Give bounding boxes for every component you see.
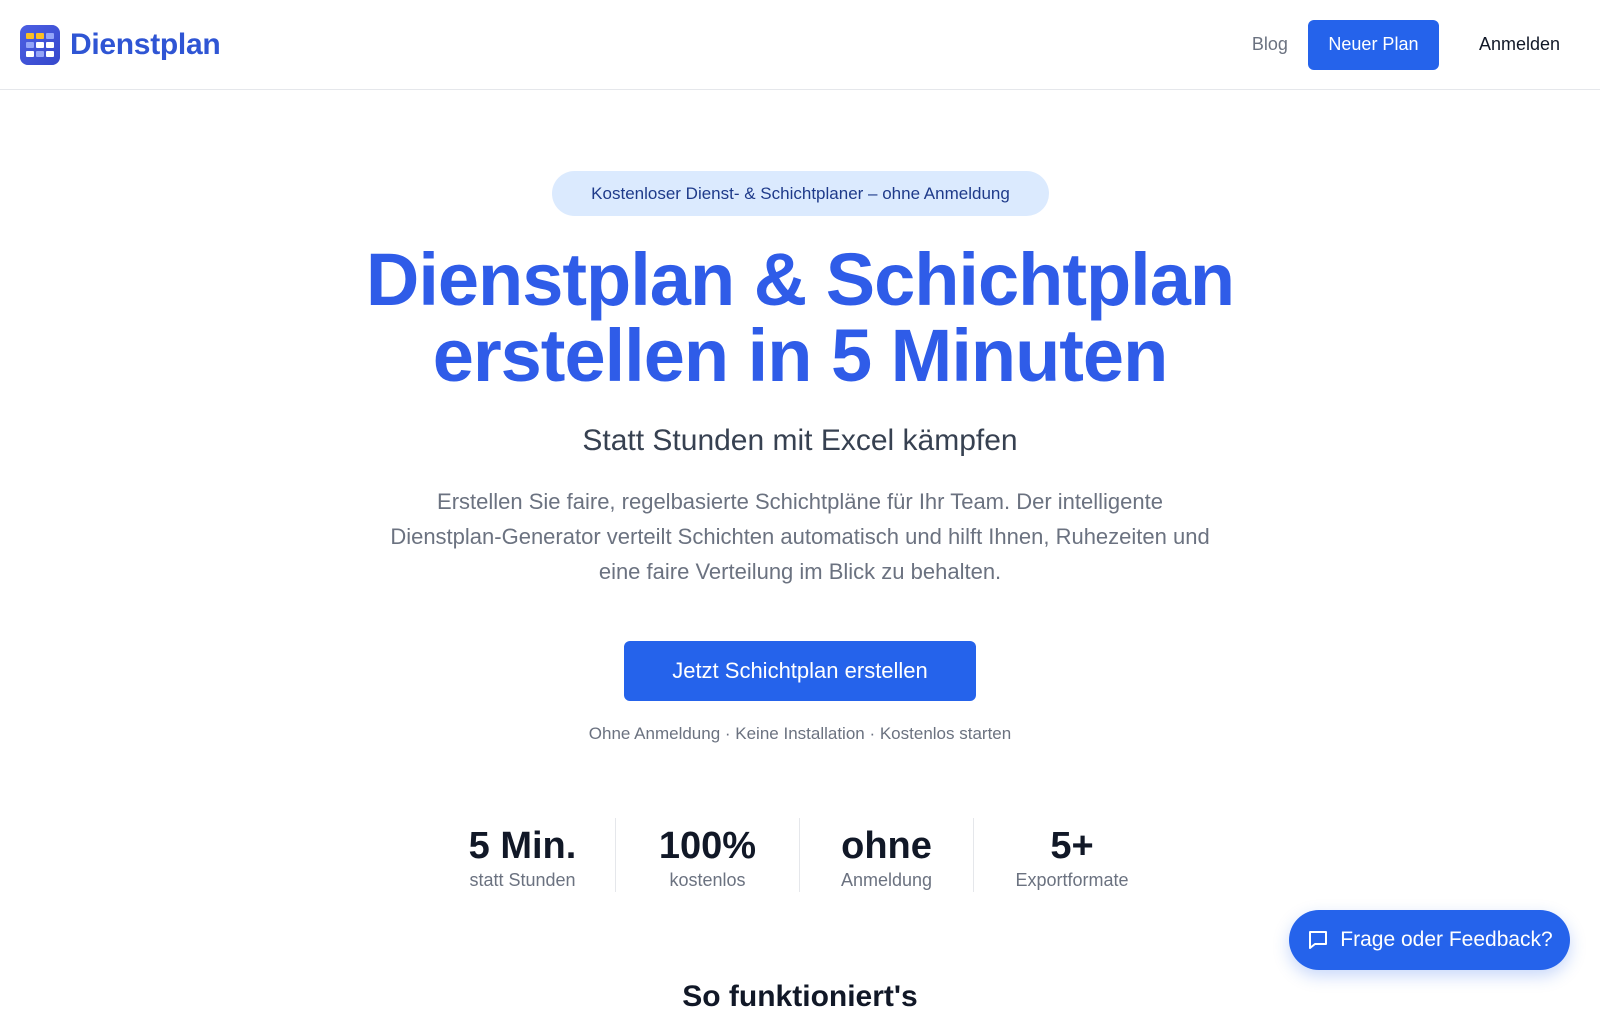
brand-link[interactable]: Dienstplan [20,24,221,65]
hero-headline: Dienstplan & Schichtplan erstellen in 5 … [200,242,1400,394]
feedback-button[interactable]: Frage oder Feedback? [1289,910,1570,970]
calendar-grid-logo-icon [20,24,60,65]
create-schedule-button[interactable]: Jetzt Schichtplan erstellen [624,641,976,701]
stat-label: Anmeldung [840,870,933,890]
main-nav: Blog Neuer Plan Anmelden [1252,19,1560,70]
top-navigation: Dienstplan Blog Neuer Plan Anmelden [0,0,1600,90]
brand-name: Dienstplan [70,27,221,61]
chat-bubble-icon [1309,931,1328,949]
stat-item: 100% kostenlos [616,818,800,892]
stat-value: 5 Min. [468,825,577,867]
stat-item: 5 Min. statt Stunden [430,818,616,892]
stat-value: ohne [841,825,932,867]
cta-benefits-note: Ohne Anmeldung · Keine Installation · Ko… [588,724,1012,743]
stats-row: 5 Min. statt Stunden 100% kostenlos ohne… [430,818,1170,892]
stat-item: ohne Anmeldung [800,818,974,892]
stat-item: 5+ Exportformate [974,818,1170,892]
hero-headline-line-1: Dienstplan & Schichtplan [365,238,1235,321]
stat-value: 5+ [1050,825,1094,867]
hero-description: Erstellen Sie faire, regelbasierte Schic… [390,489,1210,584]
new-plan-button[interactable]: Neuer Plan [1307,19,1439,70]
how-it-works-heading: So funktioniert's [682,980,918,1013]
feedback-label: Frage oder Feedback? [1340,928,1553,951]
stat-label: statt Stunden [469,870,576,890]
stat-label: Exportformate [1015,870,1129,890]
nav-blog-link[interactable]: Blog [1252,34,1288,55]
free-planner-badge: Kostenloser Dienst- & Schichtplaner – oh… [552,171,1049,216]
hero-subheadline: Statt Stunden mit Excel kämpfen [582,424,1018,457]
stat-label: kostenlos [669,870,746,890]
stat-value: 100% [658,825,757,867]
hero-headline-line-2: erstellen in 5 Minuten [432,314,1169,397]
login-link[interactable]: Anmelden [1479,34,1560,55]
